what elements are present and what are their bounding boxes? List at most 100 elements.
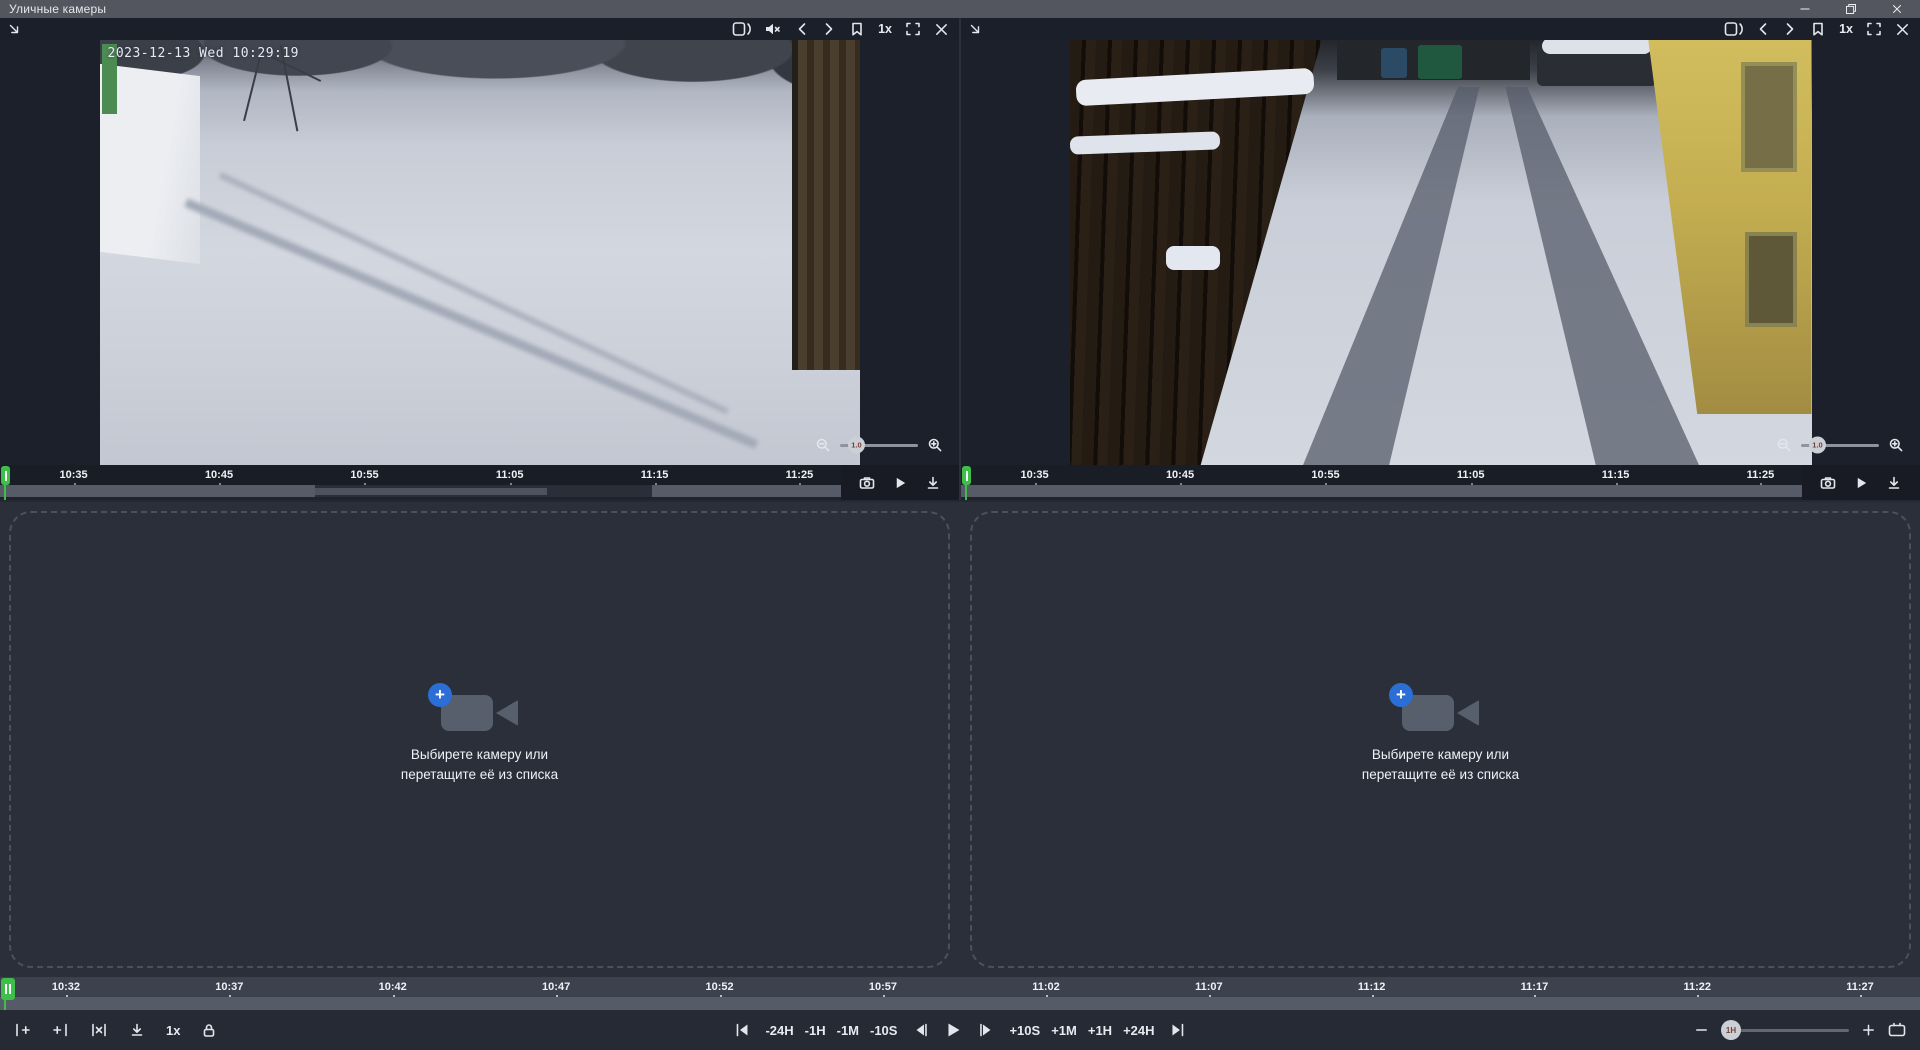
empty-camera-panel-1: + Выбирете камеру или перетащите её из с… [0, 502, 959, 977]
close-camera-icon[interactable] [934, 22, 949, 37]
zoom-slider-handle[interactable]: 1.0 [848, 437, 865, 454]
bookmark-icon[interactable] [1810, 21, 1826, 37]
bookmark-icon[interactable] [849, 21, 865, 37]
blue-bin [1381, 48, 1407, 78]
camera-grid-bottom-row: + Выбирете камеру или перетащите её из с… [0, 500, 1920, 977]
seek-fwd-1m[interactable]: +1M [1051, 1023, 1077, 1038]
zoom-in-icon[interactable] [1888, 437, 1904, 453]
timeline-range-slider[interactable]: 1H [1721, 1029, 1849, 1032]
download-icon[interactable] [925, 475, 941, 491]
recording-track[interactable] [0, 997, 1920, 1010]
timeline-time-label: 11:27 [1846, 981, 1874, 993]
timeline-labels: 10:3510:4510:5511:0511:1511:25 [0, 465, 959, 485]
timeline-time-label: 11:07 [1195, 981, 1223, 993]
seek-fwd-10s[interactable]: +10S [1009, 1023, 1040, 1038]
playhead-marker[interactable] [1, 978, 12, 1010]
playhead-marker[interactable] [962, 466, 973, 500]
close-camera-icon[interactable] [1895, 22, 1910, 37]
empty-slot-message: Выбирете камеру или перетащите её из спи… [1362, 745, 1519, 784]
export-icon[interactable] [129, 1022, 145, 1038]
timeline-time-label: 10:32 [52, 981, 80, 993]
play-icon[interactable] [1854, 475, 1869, 491]
camera-drop-zone[interactable]: + Выбирете камеру или перетащите её из с… [970, 511, 1911, 968]
wooden-fence [798, 40, 860, 370]
title-bar: Уличные камеры [0, 0, 1920, 18]
download-icon[interactable] [1886, 475, 1902, 491]
close-icon [1891, 3, 1903, 15]
camera-panel-2: 1x [961, 18, 1920, 500]
timeline-time-label: 10:37 [215, 981, 243, 993]
camera-1-video-feed[interactable]: 2023-12-13 Wed 10:29:19 [100, 40, 860, 465]
snapshot-icon[interactable] [859, 475, 875, 491]
pane-icon[interactable] [732, 21, 751, 37]
play-button[interactable] [944, 1021, 962, 1039]
camera-2-header: 1x [961, 18, 1920, 40]
clear-marks-icon[interactable] [90, 1022, 108, 1038]
window-title: Уличные камеры [0, 2, 106, 16]
resize-arrow-icon[interactable] [968, 22, 982, 36]
seek-back-24h[interactable]: -24H [765, 1023, 793, 1038]
timeline-time-label: 10:45 [205, 469, 233, 481]
step-backward-icon[interactable] [912, 1022, 929, 1038]
fullscreen-icon[interactable] [905, 21, 921, 37]
prev-record-icon[interactable] [795, 21, 809, 37]
camera-1-timeline-actions [841, 465, 959, 500]
timeline-time-label: 10:42 [379, 981, 407, 993]
audio-muted-icon[interactable] [764, 21, 782, 37]
seek-back-1m[interactable]: -1M [837, 1023, 859, 1038]
timeline-zoom-out-icon[interactable] [1694, 1022, 1709, 1038]
snapshot-icon[interactable] [1820, 475, 1836, 491]
window-controls [1782, 0, 1920, 18]
global-timeline[interactable]: 10:3210:3710:4210:4710:5210:5711:0211:07… [0, 977, 1920, 1010]
camera-drop-zone[interactable]: + Выбирете камеру или перетащите её из с… [9, 511, 950, 968]
restore-button[interactable] [1828, 0, 1874, 18]
playhead-marker[interactable] [1, 466, 12, 500]
zoom-in-icon[interactable] [927, 437, 943, 453]
timeline-zoom-in-icon[interactable] [1861, 1022, 1876, 1038]
timeline-time-label: 10:35 [1020, 469, 1048, 481]
seek-fwd-24h[interactable]: +24H [1123, 1023, 1154, 1038]
snow-tracks [218, 172, 728, 414]
step-forward-icon[interactable] [977, 1022, 994, 1038]
next-record-icon[interactable] [822, 21, 836, 37]
camera-1-video-area[interactable]: 2023-12-13 Wed 10:29:19 1.0 [0, 40, 959, 465]
zoom-slider[interactable]: 1.0 [1801, 444, 1879, 447]
add-camera-button[interactable]: + [428, 683, 452, 707]
zoom-out-icon[interactable] [1776, 437, 1792, 453]
mark-out-icon[interactable] [52, 1022, 69, 1038]
fullscreen-icon[interactable] [1866, 21, 1882, 37]
add-camera-button[interactable]: + [1389, 683, 1413, 707]
minimize-icon [1799, 3, 1811, 15]
snow-cap [1166, 246, 1220, 270]
resize-arrow-icon[interactable] [7, 22, 21, 36]
playback-speed-label[interactable]: 1x [1839, 22, 1853, 36]
seek-back-1h[interactable]: -1H [805, 1023, 826, 1038]
camera-2-timeline-actions [1802, 465, 1920, 500]
skip-to-start-icon[interactable] [734, 1022, 750, 1038]
skip-to-end-icon[interactable] [1170, 1022, 1186, 1038]
camera-2-video-area[interactable]: 1.0 [961, 40, 1920, 465]
mark-in-icon[interactable] [14, 1022, 31, 1038]
camera-2-video-feed[interactable] [1070, 40, 1812, 465]
zoom-slider[interactable]: 1.0 [840, 444, 918, 447]
zoom-out-icon[interactable] [815, 437, 831, 453]
seek-back-10s[interactable]: -10S [870, 1023, 897, 1038]
camera-1-timeline[interactable]: 10:3510:4510:5511:0511:1511:25 [0, 465, 959, 500]
minimize-button[interactable] [1782, 0, 1828, 18]
close-window-button[interactable] [1874, 0, 1920, 18]
next-record-icon[interactable] [1783, 21, 1797, 37]
camera-2-timeline[interactable]: 10:3510:4510:5511:0511:1511:25 [961, 465, 1920, 500]
playback-speed-label[interactable]: 1x [166, 1023, 180, 1038]
playback-speed-label[interactable]: 1x [878, 22, 892, 36]
recording-track[interactable] [961, 485, 1920, 497]
pane-icon[interactable] [1724, 21, 1743, 37]
toolbar-right-group: 1H [1694, 1022, 1906, 1038]
prev-record-icon[interactable] [1756, 21, 1770, 37]
screen-icon[interactable] [1888, 1022, 1906, 1038]
play-icon[interactable] [893, 475, 908, 491]
lock-icon[interactable] [201, 1022, 217, 1038]
zoom-slider-handle[interactable]: 1.0 [1809, 437, 1826, 454]
seek-fwd-1h[interactable]: +1H [1088, 1023, 1112, 1038]
range-slider-handle[interactable]: 1H [1721, 1020, 1741, 1040]
recording-track[interactable] [0, 485, 959, 497]
